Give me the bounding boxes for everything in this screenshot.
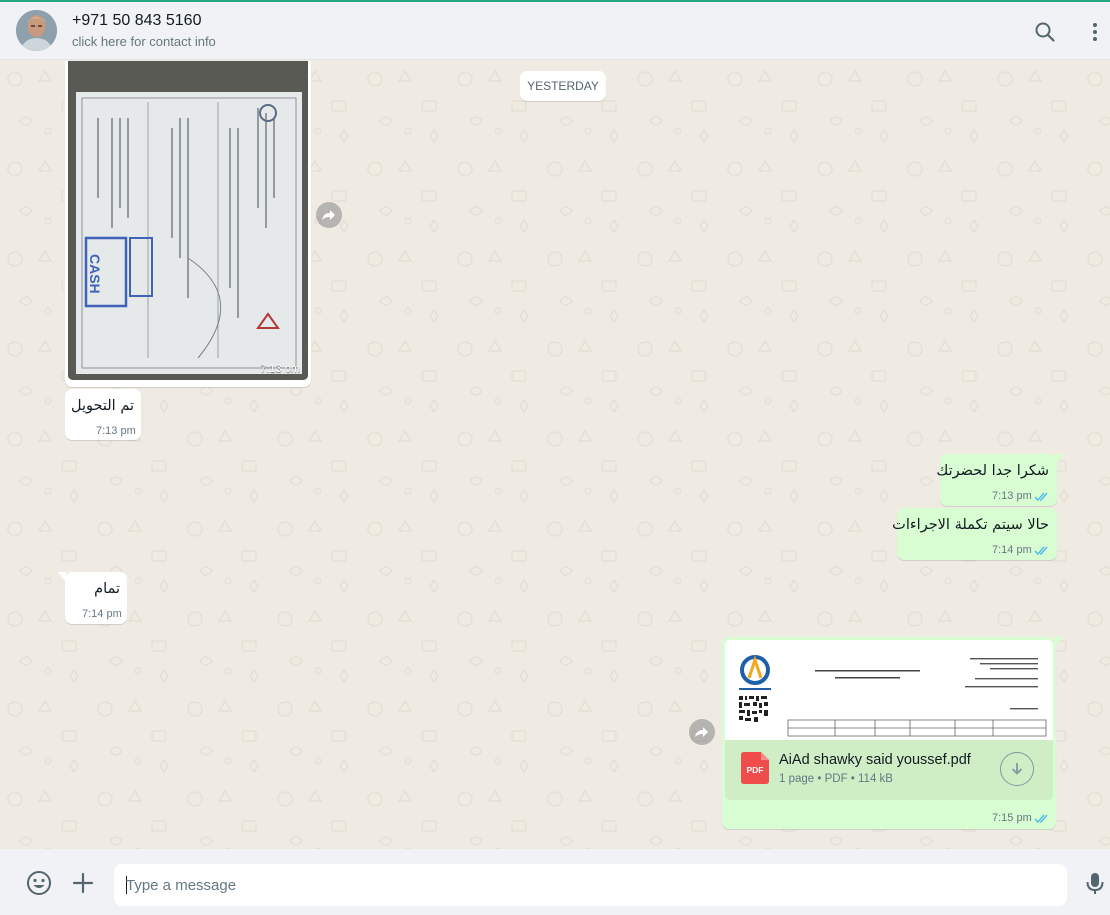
message-composer-bar [0, 849, 1110, 915]
read-ticks-icon [1034, 492, 1048, 502]
incoming-text-message[interactable]: تمام 7:14 pm [58, 572, 127, 624]
search-icon[interactable] [1033, 20, 1057, 44]
message-text: تمام [94, 581, 120, 597]
microphone-icon[interactable] [1081, 869, 1109, 897]
outgoing-text-message[interactable]: شكرا جدا لحضرتك 7:13 pm [936, 454, 1064, 506]
read-ticks-icon [1034, 546, 1048, 556]
message-text: حالا سيتم تكملة الاجراءات [892, 517, 1049, 533]
date-separator: YESTERDAY [520, 71, 606, 101]
outgoing-document-message[interactable]: PDF AiAd shawky said youssef.pdf 1 page … [722, 637, 1063, 829]
forward-button[interactable] [316, 202, 342, 228]
conversation-panel[interactable]: YESTERDAY CASH 7:13 pm تم التحويل 7:13 p… [0, 61, 1110, 849]
message-time: 7:14 pm [992, 544, 1032, 556]
menu-icon[interactable] [1083, 20, 1107, 44]
message-time: 7:14 pm [82, 608, 122, 620]
message-text: تم التحويل [71, 398, 134, 414]
outgoing-text-message[interactable]: حالا سيتم تكملة الاجراءات 7:14 pm [892, 508, 1057, 560]
emoji-icon[interactable] [25, 869, 53, 897]
forward-button[interactable] [689, 719, 715, 745]
cash-stamp-text: CASH [87, 254, 103, 294]
message-input[interactable] [126, 864, 1056, 906]
file-name[interactable]: AiAd shawky said youssef.pdf [779, 752, 971, 768]
file-meta: 1 page • PDF • 114 kB [779, 773, 893, 785]
download-button[interactable] [1000, 752, 1034, 786]
download-icon [1011, 763, 1023, 775]
svg-text:PDF: PDF [747, 765, 764, 775]
contact-avatar[interactable] [16, 10, 57, 51]
contact-name[interactable]: +971 50 843 5160 [72, 12, 201, 30]
chat-header[interactable]: +971 50 843 5160 click here for contact … [0, 2, 1110, 60]
message-time: 7:13 pm [96, 425, 136, 437]
attach-plus-icon[interactable] [69, 869, 97, 897]
contact-info-link[interactable]: click here for contact info [72, 34, 216, 49]
forward-icon [695, 727, 708, 737]
message-text: شكرا جدا لحضرتك [936, 463, 1049, 479]
forward-icon [322, 210, 335, 220]
receipt-photo[interactable]: CASH 7:13 pm [68, 61, 308, 380]
incoming-text-message[interactable]: تم التحويل 7:13 pm [65, 389, 141, 440]
pdf-attachment[interactable]: PDF AiAd shawky said youssef.pdf 1 page … [725, 740, 1053, 800]
pdf-file-icon: PDF [741, 752, 769, 784]
incoming-image-message[interactable]: CASH 7:13 pm [65, 61, 311, 387]
message-input-box[interactable] [114, 864, 1067, 906]
message-time: 7:15 pm [992, 812, 1032, 824]
message-time: 7:13 pm [260, 363, 300, 375]
pdf-preview[interactable] [725, 640, 1053, 740]
message-time: 7:13 pm [992, 490, 1032, 502]
read-ticks-icon [1034, 814, 1048, 824]
